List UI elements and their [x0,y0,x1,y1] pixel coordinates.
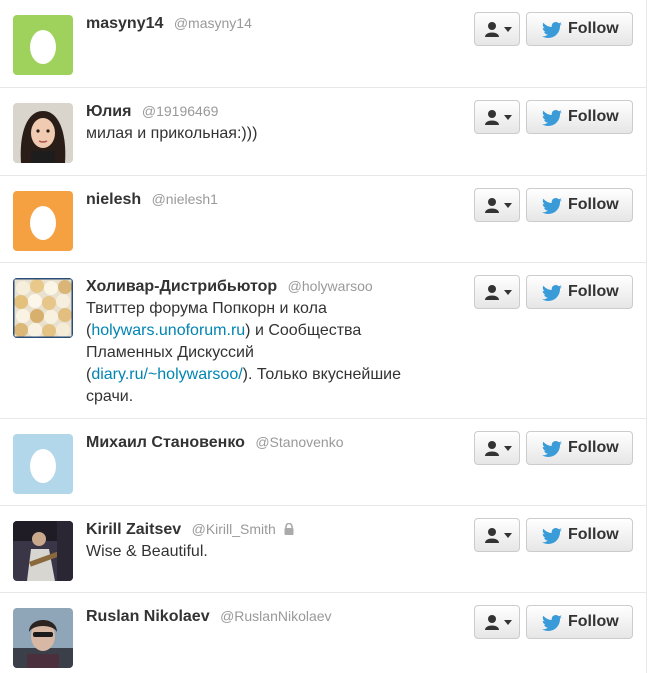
photo-avatar-man[interactable] [13,608,73,668]
user-row: Юлия @19196469 милая и прикольная:))) Fo… [0,88,647,176]
user-actions-button[interactable] [474,518,520,552]
egg-avatar-blue[interactable] [13,434,73,494]
egg-avatar-orange[interactable] [13,191,73,251]
user-fullname[interactable]: Kirill Zaitsev [86,521,181,538]
user-handle[interactable]: @nielesh1 [152,191,218,207]
user-icon [485,528,499,543]
user-handle[interactable]: @masyny14 [174,15,252,31]
user-row: Михаил Становенко @Stanovenko Follow [0,419,647,506]
caret-down-icon [504,533,512,538]
user-actions-button[interactable] [474,275,520,309]
caret-down-icon [504,203,512,208]
photo-avatar-girl[interactable] [13,103,73,163]
bio-text: Твиттер форума Попкорн и кола [86,300,327,317]
egg-avatar-green[interactable] [13,15,73,75]
caret-down-icon [504,27,512,32]
user-fullname[interactable]: Холивар-Дистрибьютор [86,278,277,295]
bird-icon [542,110,562,126]
user-fullname[interactable]: Михаил Становенко [86,434,245,451]
user-icon [485,22,499,37]
lock-icon [284,523,294,535]
bird-icon [542,441,562,457]
user-fullname[interactable]: nielesh [86,191,141,208]
follow-button[interactable]: Follow [526,431,633,465]
bird-icon [542,615,562,631]
follow-label: Follow [568,283,619,300]
caret-down-icon [504,115,512,120]
bird-icon [542,198,562,214]
follow-button[interactable]: Follow [526,275,633,309]
photo-avatar-guitarist[interactable] [13,521,73,581]
bio-text: ). Только вкуснейшие [242,366,401,383]
follow-label: Follow [568,108,619,125]
user-actions-button[interactable] [474,188,520,222]
user-actions-button[interactable] [474,100,520,134]
user-icon [485,198,499,213]
bird-icon [542,285,562,301]
bio-text: срачи. [86,388,134,405]
user-handle[interactable]: @RuslanNikolaev [220,608,331,624]
user-bio: Wise & Beautiful. [86,541,456,563]
user-icon [485,285,499,300]
user-fullname[interactable]: Ruslan Nikolaev [86,608,210,625]
caret-down-icon [504,290,512,295]
user-actions-button[interactable] [474,12,520,46]
user-bio: Твиттер форума Попкорн и кола (holywars.… [86,298,456,408]
user-row: nielesh @nielesh1 Follow [0,176,647,263]
user-fullname[interactable]: Юлия [86,103,131,120]
photo-avatar-popcorn[interactable] [13,278,73,338]
follow-label: Follow [568,20,619,37]
follow-label: Follow [568,526,619,543]
user-icon [485,441,499,456]
bio-link-diary[interactable]: diary.ru/~holywarsoo/ [91,366,242,383]
follow-label: Follow [568,196,619,213]
user-row: masyny14 @masyny14 Follow [0,0,647,88]
user-actions-button[interactable] [474,605,520,639]
follow-button[interactable]: Follow [526,188,633,222]
bio-text: Пламенных Дискуссий [86,344,254,361]
user-icon [485,615,499,630]
user-bio: милая и прикольная:))) [86,123,456,145]
user-fullname[interactable]: masyny14 [86,15,163,32]
user-row: Холивар-Дистрибьютор @holywarsoo Твиттер… [0,263,647,419]
user-handle[interactable]: @holywarsoo [288,278,373,294]
user-row: Ruslan Nikolaev @RuslanNikolaev Follow [0,593,647,673]
bird-icon [542,22,562,38]
bio-text: милая и прикольная:))) [86,125,258,142]
follow-label: Follow [568,613,619,630]
user-handle[interactable]: @Kirill_Smith [192,521,276,537]
bio-link-forum[interactable]: holywars.unoforum.ru [91,322,245,339]
user-handle[interactable]: @Stanovenko [255,434,343,450]
user-row: Kirill Zaitsev @Kirill_Smith Wise & Beau… [0,506,647,593]
caret-down-icon [504,620,512,625]
caret-down-icon [504,446,512,451]
follow-button[interactable]: Follow [526,605,633,639]
user-actions-button[interactable] [474,431,520,465]
user-icon [485,110,499,125]
follow-button[interactable]: Follow [526,518,633,552]
follow-button[interactable]: Follow [526,100,633,134]
bird-icon [542,528,562,544]
bio-text: ) и Сообщества [245,322,362,339]
user-list: masyny14 @masyny14 Follow Юлия @19196469 [0,0,647,673]
follow-label: Follow [568,439,619,456]
user-handle[interactable]: @19196469 [142,103,219,119]
bio-text: Wise & Beautiful. [86,543,208,560]
follow-button[interactable]: Follow [526,12,633,46]
